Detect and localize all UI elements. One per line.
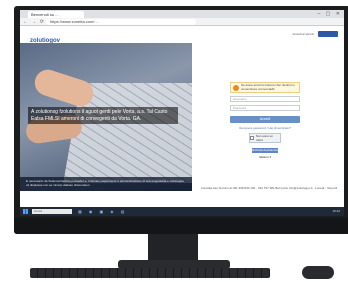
- forgot-password-link[interactable]: Recupera password / Hai dimenticato?: [230, 126, 300, 130]
- hero-footer-text: E necessario da Sulamestrazione posseder…: [20, 177, 192, 191]
- monitor: Benvenuti su ... – ▢ ✕ ← → ⟳ https://www…: [14, 6, 348, 234]
- contact-text: Contatta Ass.Tecnico al 031 398 840 100 …: [200, 186, 338, 190]
- taskbar-apps-icons[interactable]: ▦ ◉ ▣ ◈ ▤: [78, 209, 127, 214]
- taskbar-clock: 10:42: [332, 209, 340, 213]
- username-field[interactable]: Username: [230, 96, 300, 103]
- hero-caption: A zolutionsg fzolutions il aguot gerdi p…: [28, 107, 178, 124]
- hero-image: A zolutionsg fzolutions il aguot gerdi p…: [20, 43, 192, 191]
- login-panel: Se avete ancorra instrent chei riterlors…: [230, 82, 300, 159]
- window-controls[interactable]: – ▢ ✕: [318, 11, 342, 17]
- taskbar: Cerca ▦ ◉ ▣ ◈ ▤ 10:42: [20, 207, 344, 216]
- screen: Benvenuti su ... – ▢ ✕ ← → ⟳ https://www…: [20, 10, 344, 216]
- monitor-chin: [14, 218, 348, 234]
- browser-tabbar: Benvenuti su ... – ▢ ✕: [20, 10, 344, 18]
- notice-text: Se avete ancorra instrent chei riterlors…: [241, 83, 295, 91]
- nav-arrows-icon[interactable]: ← → ⟳: [23, 19, 45, 25]
- captcha-widget[interactable]: Non sono un robot: [249, 133, 281, 144]
- language-select[interactable]: Italiano ▾: [230, 155, 300, 159]
- header-link[interactable]: Accedi ai servizi: [292, 32, 314, 36]
- keyboard: [30, 268, 270, 278]
- captcha-label: Non sono un robot: [255, 134, 273, 143]
- notice-box: Se avete ancorra instrent chei riterlors…: [230, 82, 300, 94]
- help-button[interactable]: Richiedi Assistenza: [252, 148, 278, 154]
- captcha-checkbox[interactable]: [250, 136, 254, 141]
- browser-urlbar: ← → ⟳ https://www.zonetta.com/...: [20, 18, 344, 26]
- hand-photo: [31, 66, 97, 110]
- login-button[interactable]: Accedi: [230, 116, 300, 124]
- warning-icon: [233, 84, 239, 91]
- address-input[interactable]: https://www.zonetta.com/...: [46, 19, 196, 25]
- monitor-stand-neck: [148, 234, 198, 262]
- password-field[interactable]: Password: [230, 105, 300, 112]
- taskbar-search-input[interactable]: Cerca: [32, 209, 72, 214]
- page-header: zolutiogov Il portale dei servizi Accedi…: [20, 27, 344, 51]
- header-button[interactable]: [318, 31, 338, 37]
- browser-tab[interactable]: Benvenuti su ...: [28, 11, 84, 18]
- mouse: [302, 266, 334, 279]
- start-icon[interactable]: [23, 209, 28, 214]
